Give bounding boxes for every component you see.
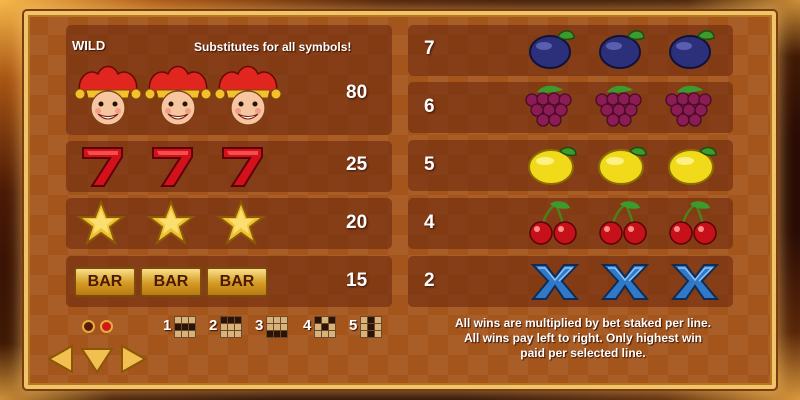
blue-x-payout: 2 bbox=[424, 270, 435, 291]
wild-description: Substitutes for all symbols! bbox=[194, 40, 352, 54]
red-seven-symbols bbox=[80, 144, 280, 188]
star-payout: 20 bbox=[346, 212, 368, 233]
rules-note-line: paid per selected line. bbox=[520, 346, 646, 360]
lemon-symbols bbox=[528, 143, 733, 187]
rules-note: All wins are multiplied by bet staked pe… bbox=[415, 316, 751, 361]
jester-head bbox=[74, 65, 142, 126]
payline-label: 2 bbox=[209, 317, 218, 334]
cherries-symbols bbox=[528, 200, 733, 246]
lemon-payout: 5 bbox=[424, 154, 435, 175]
plum-symbols bbox=[528, 28, 733, 72]
payline-label: 5 bbox=[349, 317, 358, 334]
bar-symbol: BAR bbox=[74, 267, 136, 297]
wild-jester-symbol bbox=[74, 64, 284, 128]
bar-payout: 15 bbox=[346, 270, 368, 291]
grapes-symbols bbox=[523, 84, 733, 130]
bar-symbol: BAR bbox=[206, 267, 268, 297]
page-dot-1[interactable] bbox=[82, 320, 95, 333]
wild-label: WILD bbox=[72, 38, 106, 53]
cherries-payout: 4 bbox=[424, 212, 435, 233]
paytable-screen: WILD Substitutes for all symbols! 80 25 … bbox=[0, 0, 800, 400]
rules-note-line: All wins are multiplied by bet staked pe… bbox=[454, 316, 712, 330]
arrow-down-icon[interactable] bbox=[80, 346, 114, 379]
plum-payout: 7 bbox=[424, 38, 435, 59]
gold-star-symbols bbox=[76, 200, 276, 246]
payline-label: 1 bbox=[163, 317, 172, 334]
payline-label: 4 bbox=[303, 317, 312, 334]
blue-x-symbols bbox=[530, 262, 735, 302]
arrow-right-icon[interactable] bbox=[120, 344, 148, 379]
jester-head bbox=[144, 65, 212, 126]
bar-symbol: BAR bbox=[140, 267, 202, 297]
jester-head bbox=[214, 65, 282, 126]
seven-payout: 25 bbox=[346, 154, 368, 175]
page-dot-2[interactable] bbox=[100, 320, 113, 333]
rules-note-line: All wins pay left to right. Only highest… bbox=[463, 331, 702, 345]
payline-label: 3 bbox=[255, 317, 264, 334]
arrow-left-icon[interactable] bbox=[46, 344, 74, 379]
grapes-payout: 6 bbox=[424, 96, 435, 117]
wild-payout: 80 bbox=[346, 82, 368, 103]
